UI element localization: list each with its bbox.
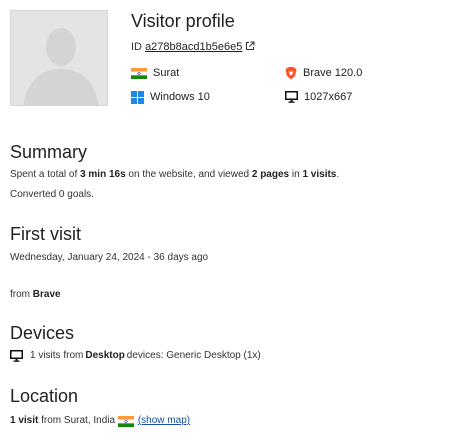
visitor-os: Windows 10 bbox=[131, 90, 210, 104]
windows-icon bbox=[131, 90, 144, 104]
india-flag-icon bbox=[131, 67, 147, 79]
summary-text: on the website, and viewed bbox=[125, 169, 252, 180]
visitor-city-text: Surat bbox=[153, 67, 180, 79]
external-link-icon[interactable] bbox=[245, 41, 255, 51]
first-visit-date-text: Wednesday, January 24, 2024 bbox=[10, 252, 145, 263]
devices-text: 1 visits from bbox=[30, 350, 84, 361]
visitor-id-label: ID bbox=[131, 41, 142, 53]
avatar-silhouette-icon bbox=[11, 11, 107, 105]
visitor-os-text: Windows 10 bbox=[150, 91, 210, 103]
devices-line: 1 visits from Desktop devices: Generic D… bbox=[10, 349, 261, 363]
location-visits: 1 visit bbox=[10, 415, 39, 426]
summary-heading: Summary bbox=[10, 142, 88, 162]
first-visit-ago: - 36 days ago bbox=[144, 252, 209, 263]
summary-line: Spent a total of 3 min 16s on the websit… bbox=[10, 168, 339, 182]
summary-goals: Converted 0 goals. bbox=[10, 189, 94, 200]
page-title: Visitor profile bbox=[131, 11, 235, 31]
summary-visits: 1 visits bbox=[302, 169, 337, 180]
first-visit-from: from Brave bbox=[10, 288, 61, 302]
monitor-icon bbox=[285, 91, 298, 103]
location-line: 1 visit from Surat, India (show map) bbox=[10, 414, 190, 428]
location-heading: Location bbox=[10, 386, 79, 406]
first-visit-heading: First visit bbox=[10, 224, 81, 244]
devices-type: Desktop bbox=[85, 350, 125, 361]
visitor-id: ID a278b8acd1b5e6e5 bbox=[131, 40, 255, 54]
summary-text: . bbox=[336, 169, 340, 180]
visitor-browser: Brave 120.0 bbox=[285, 66, 362, 80]
location-text: from Surat, India bbox=[38, 415, 118, 426]
avatar bbox=[10, 10, 108, 106]
devices-text: devices: Generic Desktop (1x) bbox=[126, 350, 261, 361]
summary-text: Spent a total of bbox=[10, 169, 81, 180]
india-flag-icon bbox=[117, 415, 134, 427]
visitor-city: Surat bbox=[131, 66, 179, 80]
summary-duration: 3 min 16s bbox=[80, 169, 126, 180]
devices-heading: Devices bbox=[10, 323, 75, 343]
visitor-resolution: 1027x667 bbox=[285, 90, 352, 104]
brave-icon bbox=[285, 66, 297, 79]
visitor-id-link[interactable]: a278b8acd1b5e6e5 bbox=[145, 41, 242, 53]
first-visit-browser: Brave bbox=[32, 289, 61, 300]
visitor-resolution-text: 1027x667 bbox=[304, 91, 353, 103]
show-map-link[interactable]: (show map) bbox=[138, 414, 190, 428]
summary-text: in bbox=[289, 169, 303, 180]
summary-pages: 2 pages bbox=[251, 169, 290, 180]
visitor-browser-text: Brave 120.0 bbox=[303, 67, 363, 79]
desktop-icon bbox=[10, 350, 23, 362]
first-visit-from-label: from bbox=[10, 289, 33, 300]
first-visit-date: Wednesday, January 24, 2024 - 36 days ag… bbox=[10, 251, 215, 265]
